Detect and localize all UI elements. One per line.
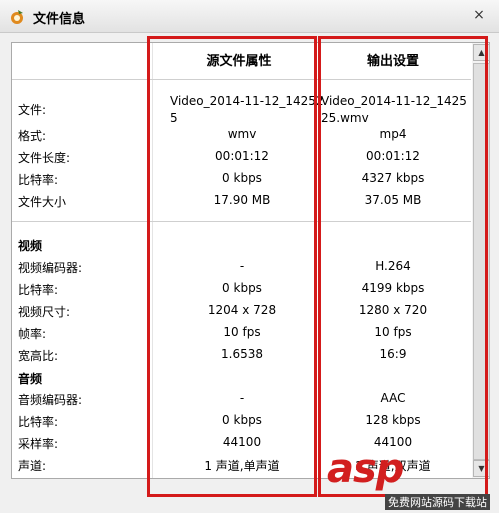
close-button[interactable]: ×	[470, 6, 488, 24]
row-label: 比特率:	[18, 415, 59, 429]
source-value: 10 fps	[223, 325, 261, 339]
watermark-text: asp	[327, 446, 404, 492]
output-value: 1280 x 720	[358, 303, 428, 317]
row-label: 文件大小	[18, 195, 67, 209]
row-label: 帧率:	[18, 327, 47, 341]
row-label: 音频编码器:	[18, 393, 83, 407]
row-label: 宽高比:	[18, 349, 59, 363]
source-value: 1.6538	[221, 347, 263, 361]
output-value: H.264	[375, 259, 411, 273]
window-title: 文件信息	[33, 12, 86, 27]
row-video-codec: 视频编码器: - H.264	[12, 257, 472, 277]
watermark-subtext: 免费网站源码下载站	[385, 494, 490, 510]
row-frame-rate: 帧率: 10 fps 10 fps	[12, 323, 472, 343]
video-section-title: 视频	[18, 239, 43, 253]
source-value: 0 kbps	[222, 413, 262, 427]
row-aspect-ratio: 宽高比: 1.6538 16:9	[12, 345, 472, 365]
row-label: 视频尺寸:	[18, 305, 71, 319]
source-value: 0 kbps	[222, 281, 262, 295]
source-column-header: 源文件属性	[206, 54, 272, 69]
output-value: 00:01:12	[366, 149, 420, 163]
scroll-up-button[interactable]: ▲	[473, 44, 490, 61]
row-audio-codec: 音频编码器: - AAC	[12, 389, 472, 409]
source-value: 44100	[222, 435, 262, 449]
row-label: 比特率:	[18, 283, 59, 297]
output-value: 37.05 MB	[364, 193, 422, 207]
title-bar: 文件信息 ×	[0, 0, 499, 33]
output-value: 16:9	[379, 347, 407, 361]
source-value: 00:01:12	[215, 149, 269, 163]
info-panel: 源文件属性 输出设置 文件: Video_2014-11-12_14252 5 …	[11, 42, 473, 479]
close-icon: ×	[473, 7, 485, 23]
output-value: 10 fps	[374, 325, 412, 339]
output-column-header: 输出设置	[366, 54, 419, 69]
arrow-up-icon: ▲	[478, 48, 485, 57]
watermark-logo: asp 免费网站源码下载站	[327, 446, 497, 512]
row-audio-bitrate: 比特率: 0 kbps 128 kbps	[12, 411, 472, 431]
source-value: wmv	[227, 127, 257, 141]
source-value: 1 声道,单声道	[204, 459, 280, 473]
divider	[12, 79, 471, 80]
row-bitrate: 比特率: 0 kbps 4327 kbps	[12, 169, 472, 189]
row-format: 格式: wmv mp4	[12, 125, 472, 145]
row-video-bitrate: 比特率: 0 kbps 4199 kbps	[12, 279, 472, 299]
source-value: 17.90 MB	[213, 193, 271, 207]
row-label: 采样率:	[18, 437, 59, 451]
output-value: Video_2014-11-12_142525.wmv	[321, 94, 467, 125]
audio-section-title: 音频	[18, 372, 43, 386]
output-value: 4327 kbps	[361, 171, 425, 185]
row-label: 文件:	[18, 103, 47, 117]
row-video-size: 视频尺寸: 1204 x 728 1280 x 720	[12, 301, 472, 321]
vertical-scrollbar[interactable]: ▲ ▼	[472, 42, 490, 479]
row-label: 声道:	[18, 459, 47, 473]
output-value: 4199 kbps	[361, 281, 425, 295]
row-label: 视频编码器:	[18, 261, 83, 275]
source-value: 0 kbps	[222, 171, 262, 185]
app-icon	[11, 10, 23, 24]
row-filesize: 文件大小 17.90 MB 37.05 MB	[12, 191, 472, 211]
row-label: 比特率:	[18, 173, 59, 187]
output-value: AAC	[380, 391, 406, 405]
divider	[12, 221, 471, 222]
source-value: 1204 x 728	[207, 303, 277, 317]
source-value: -	[239, 259, 245, 273]
row-label: 文件长度:	[18, 151, 71, 165]
scrollbar-thumb[interactable]	[473, 63, 490, 460]
row-file: 文件: Video_2014-11-12_14252 5 Video_2014-…	[12, 93, 472, 125]
row-duration: 文件长度: 00:01:12 00:01:12	[12, 147, 472, 167]
output-value: 128 kbps	[365, 413, 421, 427]
source-value: -	[239, 391, 245, 405]
output-value: mp4	[379, 127, 407, 141]
row-label: 格式:	[18, 129, 47, 143]
